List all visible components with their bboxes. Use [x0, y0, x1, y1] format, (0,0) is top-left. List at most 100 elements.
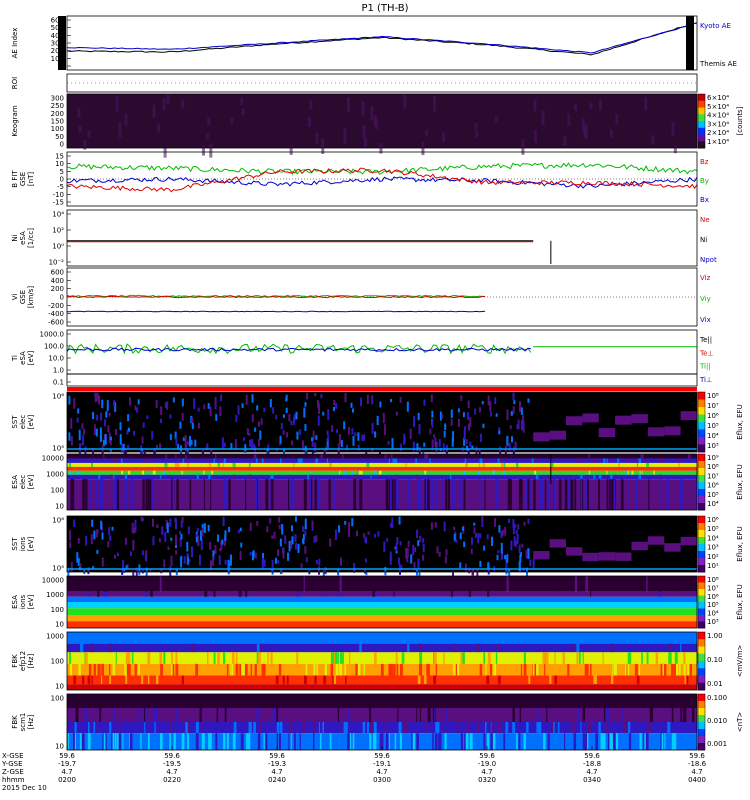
spectrogram-streak [88, 663, 92, 676]
spectrogram-cell [504, 555, 507, 560]
spectrogram-cell [364, 558, 367, 563]
spectrogram-streak [401, 652, 403, 664]
spectrogram-cell [180, 558, 183, 568]
spectrogram-streak [669, 652, 672, 664]
spectrogram-streak [81, 675, 85, 685]
spectrogram-cell [239, 551, 242, 560]
spectrogram-cell [371, 395, 374, 405]
xaxis-value: 59.6 [689, 752, 705, 760]
panel-roi: ROI [11, 73, 698, 93]
spectrogram-streak [185, 722, 188, 734]
panel-bfield: B FIT GSE [nT]151050-5-10-15BzByBx [11, 151, 709, 207]
spectrogram-cell [209, 406, 212, 417]
colorbar-label: 10⁴ [707, 534, 719, 542]
spectrogram-cell [296, 431, 299, 440]
spectrogram-streak [232, 733, 236, 750]
colorbar-segment [698, 475, 705, 483]
spectrogram-streak [547, 474, 549, 480]
spectrogram-streak [688, 454, 691, 459]
spectrogram-cell [315, 435, 318, 440]
spectrogram-streak [600, 733, 604, 750]
spectrogram-cell [414, 547, 417, 553]
spectrogram-streak [199, 708, 202, 722]
spectrogram-streak [433, 652, 437, 664]
spectrogram-streak [195, 722, 199, 734]
spectrogram-streak [424, 470, 427, 475]
spectrogram-streak [163, 652, 166, 664]
spectrogram-cell [271, 535, 274, 539]
spectrogram-streak [125, 675, 128, 685]
spectrogram-streak [360, 470, 363, 475]
spectrogram-streak [661, 733, 664, 750]
spectrogram-cell [399, 396, 402, 403]
spectrogram-streak [446, 708, 448, 722]
spectrogram-streak [445, 576, 447, 592]
colorbar-segment [698, 694, 705, 702]
spectrogram-streak [563, 733, 566, 750]
spectrogram-cell [397, 557, 400, 565]
spectrogram-streak [417, 675, 421, 685]
spectrogram-cell [532, 558, 535, 569]
spectrogram-cell [467, 400, 470, 409]
spectrogram-streak [125, 652, 128, 664]
spectrogram-cell [453, 533, 456, 541]
spectrogram-cell [516, 424, 519, 430]
keogram-speck [599, 99, 603, 111]
panel-ylabel: efp12 [19, 651, 27, 671]
spectrogram-cell [487, 562, 490, 569]
spectrogram-streak [95, 454, 97, 459]
spectrogram-streak [629, 652, 632, 664]
spectrogram-streak [68, 462, 72, 467]
colorbar-segment [698, 523, 705, 531]
spectrogram-streak [636, 462, 638, 467]
spectrogram-streak [497, 643, 500, 653]
spectrogram-streak [189, 479, 192, 510]
spectrogram-streak [583, 708, 586, 722]
spectrogram-band [67, 462, 697, 467]
spectrogram-cell [79, 443, 82, 447]
spectrogram-cell [294, 516, 297, 522]
spectrogram-cell [443, 521, 446, 532]
spectrogram-cell [429, 428, 432, 435]
spectrogram-streak [423, 576, 426, 592]
panel-ylabel: elec [19, 475, 27, 490]
spectrogram-streak [373, 722, 377, 734]
spectrogram-streak [242, 663, 245, 676]
spectrogram-cell [261, 557, 264, 569]
spectrogram-streak [245, 479, 247, 510]
by-line [66, 162, 698, 176]
colorbar-segment [698, 582, 705, 590]
spectrogram-streak [529, 474, 531, 480]
colorbar-segment [698, 141, 705, 149]
spectrogram-streak [196, 733, 199, 750]
spectrogram-streak [516, 733, 518, 750]
colorbar-segment [698, 134, 705, 142]
spectrogram-streak [240, 733, 244, 750]
spectrogram-streak [435, 479, 438, 510]
colorbar-segment [698, 675, 705, 684]
spectrogram-streak [366, 462, 370, 467]
right-bar [686, 16, 694, 70]
xaxis-value: 0200 [58, 776, 76, 784]
spectrogram-streak [278, 733, 282, 750]
spectrogram-cell [181, 398, 184, 407]
spectrogram-cell [285, 394, 288, 401]
xaxis-value: 4.7 [166, 768, 177, 776]
spectrogram-cell [85, 535, 88, 546]
spectrogram-streak [640, 470, 643, 475]
spectrogram-streak [574, 479, 577, 510]
spectrogram-streak [479, 458, 483, 463]
spectrogram-cell [94, 392, 97, 403]
legend-entry: Vix [700, 316, 711, 324]
spectrogram-cell [196, 527, 199, 533]
spectrogram-streak [585, 479, 588, 510]
spectrogram-block [615, 552, 632, 561]
spectrogram-streak [82, 479, 86, 510]
spectrogram-streak [487, 591, 490, 597]
legend-entry: Ni [700, 236, 707, 244]
spectrogram-streak [165, 454, 168, 459]
spectrogram-streak [109, 675, 112, 685]
spectrogram-streak [455, 663, 457, 676]
spectrogram-cell [304, 546, 307, 554]
spectrogram-streak [492, 733, 496, 750]
